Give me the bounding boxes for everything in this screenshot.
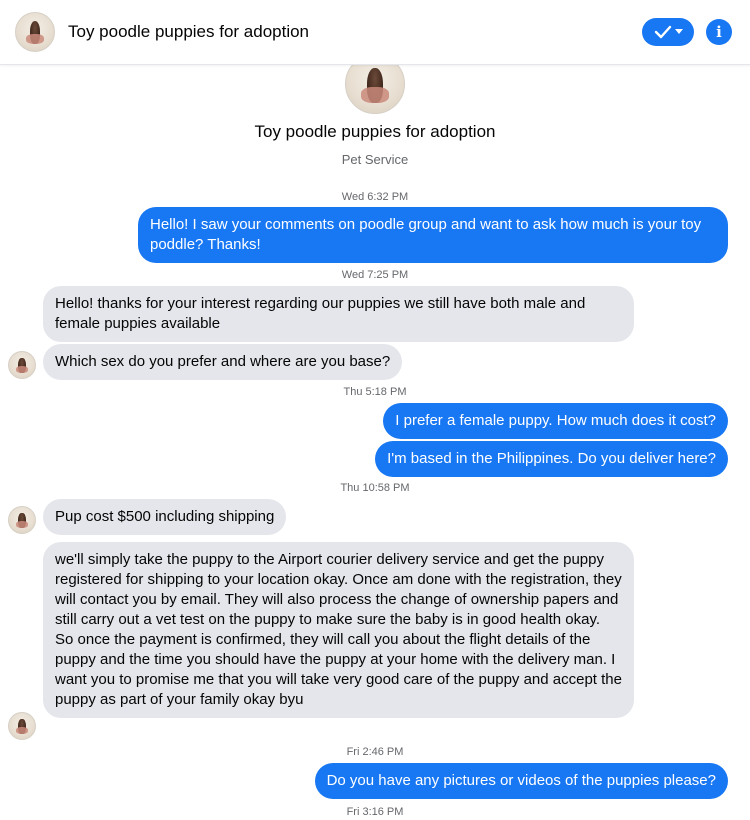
message-timestamp: Thu 10:58 PM [340,482,410,494]
sender-avatar [8,351,36,379]
message-bubble-received[interactable]: Which sex do you prefer and where are yo… [43,344,403,380]
header-avatar[interactable] [15,12,55,52]
header-title[interactable]: Toy poodle puppies for adoption [68,22,309,42]
profile-name[interactable]: Toy poodle puppies for adoption [0,122,750,142]
message-bubble-received[interactable]: Hello! thanks for your interest regardin… [43,286,634,342]
poodle-photo [15,357,29,374]
header-actions: i [642,18,732,46]
info-icon[interactable]: i [706,19,732,45]
message-timestamp: Thu 5:18 PM [343,386,407,398]
message-bubble-sent[interactable]: I'm based in the Philippines. Do you del… [375,441,728,477]
profile-intro: Toy poodle puppies for adoption Pet Serv… [0,54,750,167]
message-bubble-sent[interactable]: Hello! I saw your comments on poodle gro… [138,207,728,263]
poodle-photo [15,718,29,735]
poodle-photo [15,512,29,529]
conversation-header: Toy poodle puppies for adoption i [0,0,750,65]
sender-avatar [8,712,36,740]
check-icon [654,25,671,39]
message-bubble-sent[interactable]: Do you have any pictures or videos of th… [314,763,728,799]
message-bubble-sent[interactable]: I prefer a female puppy. How much does i… [383,403,728,439]
message-timestamp: Wed 7:25 PM [341,269,409,281]
sender-avatar [8,506,36,534]
poodle-photo [26,21,44,45]
message-bubble-received[interactable]: we'll simply take the puppy to the Airpo… [43,542,634,718]
message-timestamp: Wed 6:32 PM [341,191,409,203]
profile-category: Pet Service [341,152,409,167]
mark-done-button[interactable] [642,18,694,46]
poodle-photo [361,67,390,103]
message-timestamp: Fri 2:46 PM [346,746,404,758]
message-bubble-received[interactable]: Pup cost $500 including shipping [43,499,287,535]
message-timestamp: Fri 3:16 PM [346,806,404,818]
chevron-down-icon [674,29,683,34]
